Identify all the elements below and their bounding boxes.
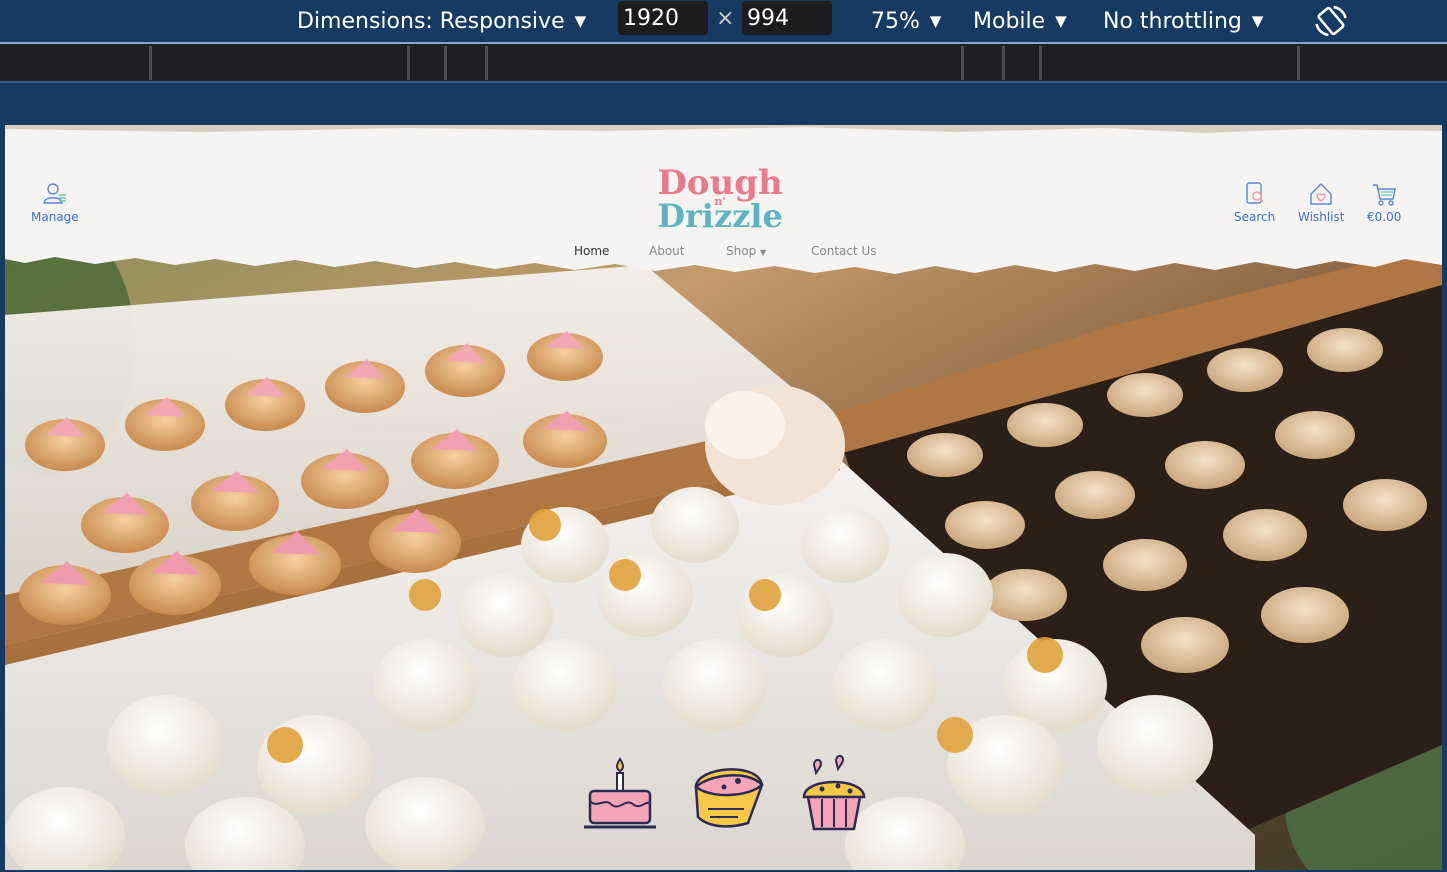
search-icon xyxy=(1245,182,1264,204)
zoom-dropdown[interactable]: 75% ▼ xyxy=(871,4,941,38)
hero-icon-row xyxy=(580,753,880,838)
devtools-device-toolbar: Dimensions: Responsive ▼ 1920 × 994 75% … xyxy=(0,0,1447,42)
nav-shop-label: Shop xyxy=(726,244,757,258)
nav-shop[interactable]: Shop ▼ xyxy=(726,244,766,258)
page-viewport: Manage Dough n' Drizzle Search Wishlist xyxy=(5,125,1442,870)
width-input[interactable]: 1920 xyxy=(618,1,708,35)
search-link[interactable]: Search xyxy=(1234,180,1275,224)
dimensions-label: Dimensions: Responsive xyxy=(297,8,565,34)
logo-text-drizzle: Drizzle xyxy=(657,197,783,235)
home-heart-icon xyxy=(1310,183,1332,205)
search-label: Search xyxy=(1234,210,1276,224)
caret-down-icon: ▼ xyxy=(1055,12,1067,30)
device-dropdown[interactable]: Mobile ▼ xyxy=(973,4,1067,38)
times-separator: × xyxy=(716,6,735,31)
height-input[interactable]: 994 xyxy=(742,1,832,35)
wishlist-link[interactable]: Wishlist xyxy=(1298,180,1344,224)
media-query-ruler xyxy=(0,44,1447,81)
wishlist-label: Wishlist xyxy=(1298,210,1345,224)
manage-link[interactable]: Manage xyxy=(31,180,79,224)
caret-down-icon: ▼ xyxy=(760,248,767,257)
zoom-label: 75% xyxy=(871,8,920,34)
ruler-tick xyxy=(407,46,410,80)
cupcake-icon xyxy=(802,755,866,831)
caret-down-icon: ▼ xyxy=(1251,12,1264,30)
cart-link[interactable]: €0.00 xyxy=(1367,180,1401,224)
site-header: Manage Dough n' Drizzle Search Wishlist xyxy=(5,125,1442,275)
device-label: Mobile xyxy=(973,8,1046,34)
ruler-tick xyxy=(485,46,488,80)
caret-down-icon: ▼ xyxy=(929,12,942,30)
dimensions-dropdown[interactable]: Dimensions: Responsive ▼ xyxy=(297,4,586,38)
user-manage-icon xyxy=(43,183,66,204)
ruler-tick xyxy=(149,46,152,80)
throttling-dropdown[interactable]: No throttling ▼ xyxy=(1103,4,1263,38)
ruler-tick xyxy=(1039,46,1042,80)
nav-about[interactable]: About xyxy=(649,244,684,258)
cake-slice-icon xyxy=(694,768,764,828)
birthday-cake-icon xyxy=(584,757,656,829)
cart-total: €0.00 xyxy=(1367,210,1402,224)
nav-contact[interactable]: Contact Us xyxy=(811,244,877,258)
ruler-divider xyxy=(0,81,1447,83)
ruler-tick xyxy=(444,46,447,80)
ruler-tick xyxy=(1297,46,1300,80)
throttling-label: No throttling xyxy=(1103,8,1242,34)
shopping-cart-icon xyxy=(1373,184,1397,206)
rotate-icon[interactable] xyxy=(1312,2,1350,40)
nav-home[interactable]: Home xyxy=(574,244,609,258)
ruler-tick xyxy=(961,46,964,80)
site-logo[interactable]: Dough n' Drizzle xyxy=(645,155,795,245)
caret-down-icon: ▼ xyxy=(574,12,587,30)
ruler-tick xyxy=(1002,46,1005,80)
manage-label: Manage xyxy=(31,210,79,224)
